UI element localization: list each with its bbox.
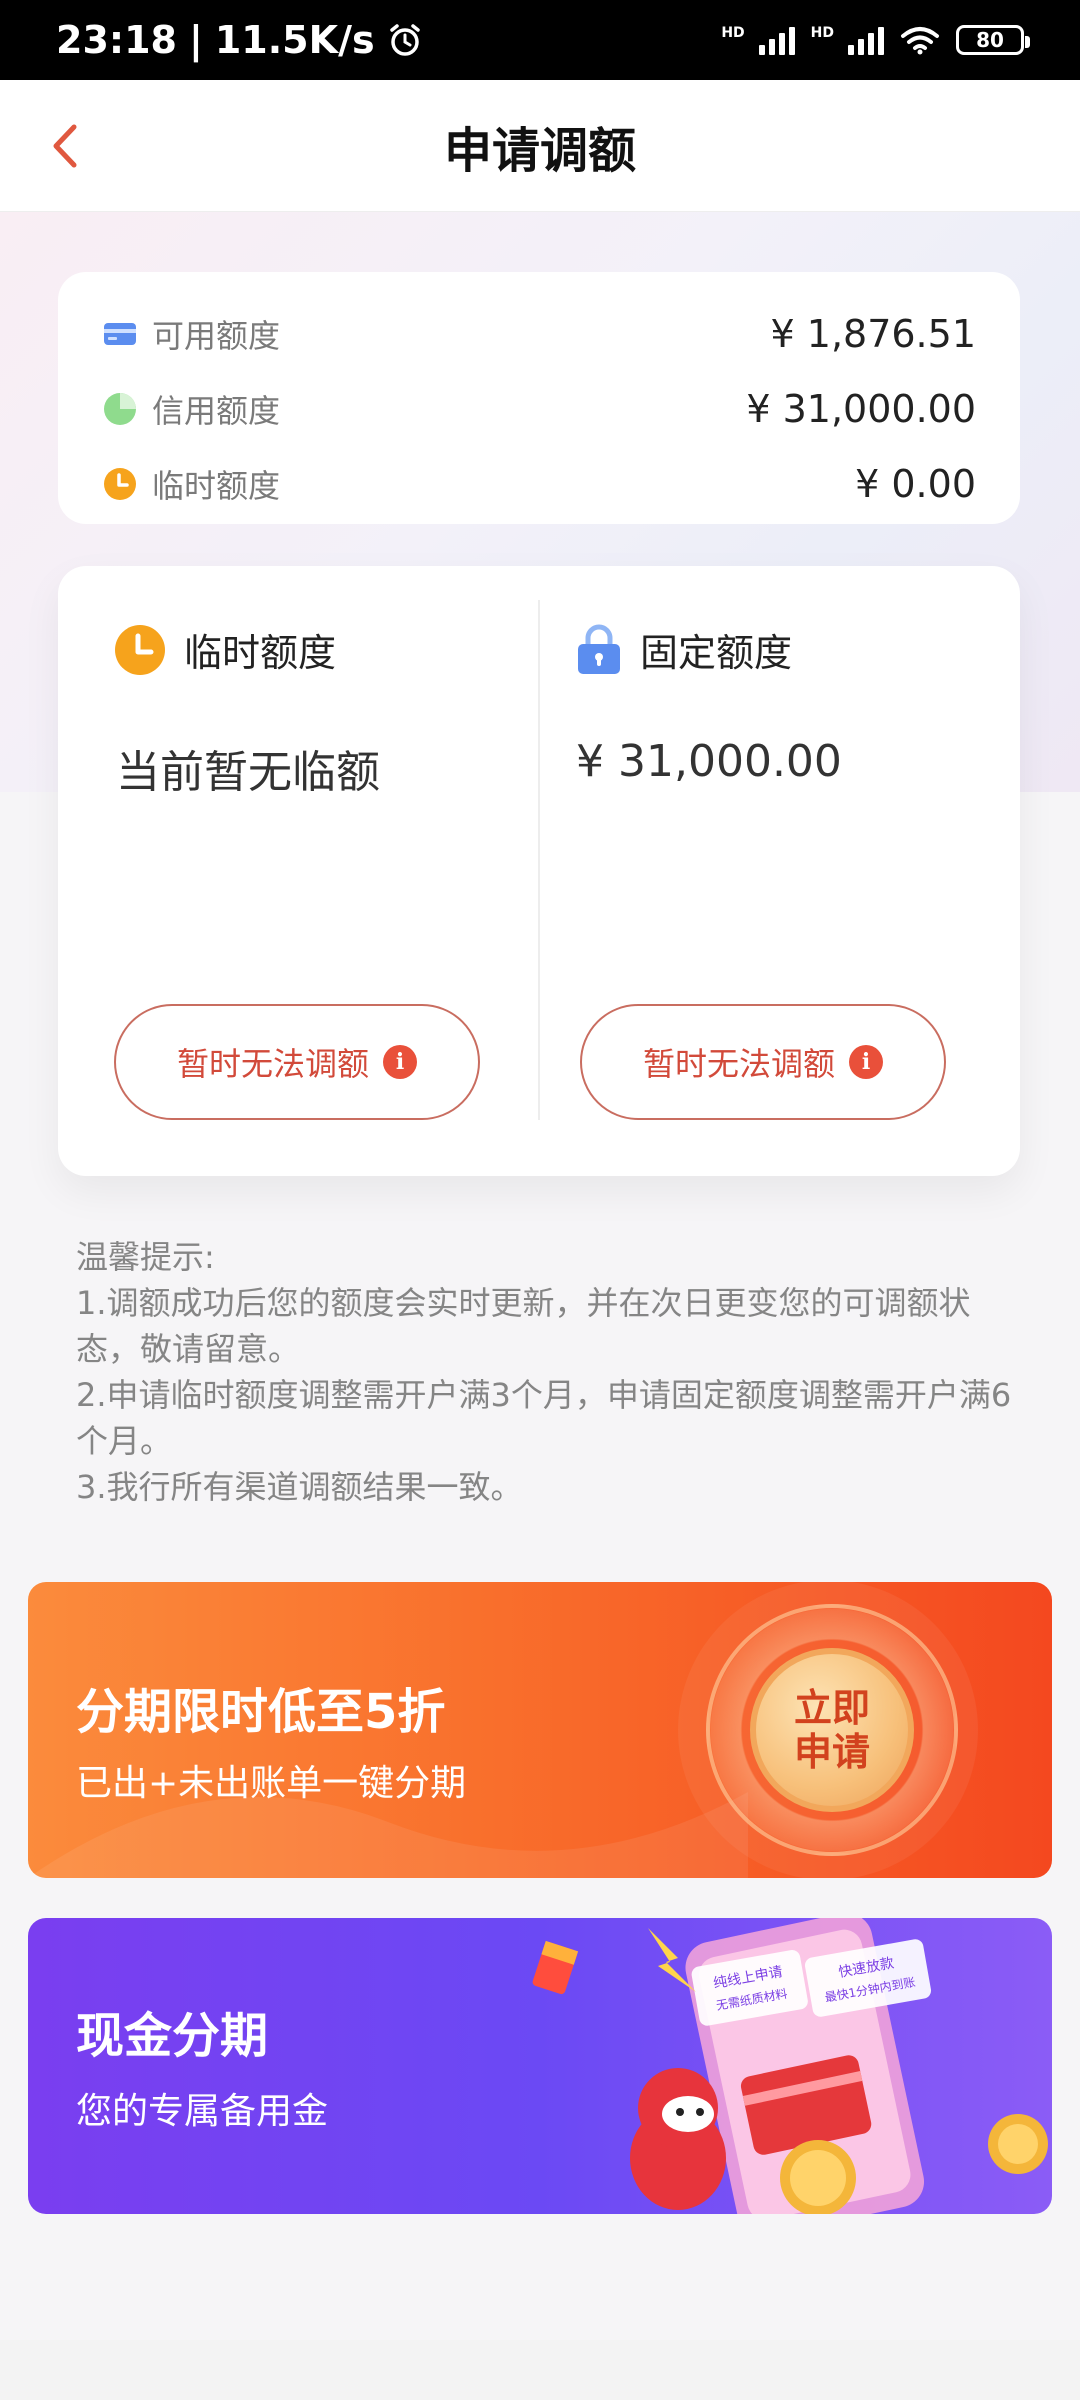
summary-label-temporary: 临时额度 bbox=[152, 466, 281, 505]
hd-label-1: HD bbox=[721, 25, 745, 41]
fixed-adjust-button[interactable]: 暂时无法调额 i bbox=[580, 1004, 946, 1120]
summary-value-available: ¥ 1,876.51 bbox=[770, 311, 976, 356]
nav-bar: 申请调额 bbox=[0, 80, 1080, 212]
temporary-quota-title: 临时额度 bbox=[184, 631, 337, 675]
back-button[interactable] bbox=[36, 116, 96, 176]
bottom-spacer bbox=[0, 2340, 1080, 2400]
tip-item-3: 3.我行所有渠道调额结果一致。 bbox=[76, 1468, 523, 1506]
temporary-adjust-label: 暂时无法调额 bbox=[176, 1045, 369, 1083]
summary-row-available: 可用额度 ¥ 1,876.51 bbox=[102, 296, 976, 371]
tip-item-2: 2.申请临时额度调整需开户满3个月，申请固定额度调整需开户满6个月。 bbox=[76, 1376, 1012, 1460]
cash-banner-subtitle: 您的专属备用金 bbox=[76, 2091, 329, 2132]
summary-row-temporary: 临时额度 ¥ 0.00 bbox=[102, 446, 976, 521]
fixed-quota-amount: ¥ 31,000.00 bbox=[576, 736, 842, 787]
apply-line-1: 立即 bbox=[793, 1686, 870, 1730]
status-left: 23:18 | 11.5K/s bbox=[56, 18, 423, 62]
installment-banner-title: 分期限时低至5折 bbox=[76, 1684, 446, 1740]
status-right: HD HD 80 bbox=[721, 25, 1030, 55]
tip-item-1: 1.调额成功后您的额度会实时更新，并在次日更变您的可调额状态，敬请留意。 bbox=[76, 1284, 971, 1368]
temporary-quota-header: 临时额度 bbox=[114, 622, 336, 677]
temporary-quota-amount: 当前暂无临额 bbox=[116, 747, 380, 798]
apply-line-2: 申请 bbox=[793, 1730, 870, 1774]
lock-icon bbox=[578, 624, 620, 674]
status-net-speed: 11.5K/s bbox=[214, 18, 375, 62]
temporary-adjust-button[interactable]: 暂时无法调额 i bbox=[114, 1004, 480, 1120]
info-icon[interactable]: i bbox=[383, 1045, 417, 1079]
card-icon bbox=[104, 322, 136, 345]
cash-banner-illustration: 纯线上申请 无需纸质材料 快速放款 最快1分钟内到账 bbox=[532, 1918, 1048, 2214]
fixed-quota-column: 固定额度 ¥ 31,000.00 暂时无法调额 i bbox=[540, 566, 1020, 1176]
summary-value-credit: ¥ 31,000.00 bbox=[746, 386, 976, 431]
status-separator: | bbox=[188, 18, 203, 62]
temporary-quota-column: 临时额度 当前暂无临额 暂时无法调额 i bbox=[58, 566, 538, 1176]
wifi-icon bbox=[901, 27, 939, 55]
fixed-adjust-label: 暂时无法调额 bbox=[642, 1045, 835, 1083]
summary-value-temporary: ¥ 0.00 bbox=[855, 461, 976, 506]
cash-installment-banner[interactable]: 纯线上申请 无需纸质材料 快速放款 最快1分钟内到账 现金分期 您的专属备用金 bbox=[28, 1918, 1052, 2214]
hd-label-2: HD bbox=[810, 25, 834, 41]
signal-icon-2 bbox=[848, 25, 884, 55]
clock-icon bbox=[115, 624, 165, 675]
battery-level: 80 bbox=[976, 28, 1004, 52]
status-time: 23:18 bbox=[56, 18, 177, 62]
summary-row-credit: 信用额度 ¥ 31,000.00 bbox=[102, 371, 976, 446]
quota-detail-card: 临时额度 当前暂无临额 暂时无法调额 i 固定额度 ¥ 31,000.00 暂时… bbox=[58, 566, 1020, 1176]
fixed-quota-title: 固定额度 bbox=[640, 631, 793, 675]
clock-icon bbox=[104, 467, 136, 500]
installment-banner[interactable]: 分期限时低至5折 已出+未出账单一键分期 立即 申请 bbox=[28, 1582, 1052, 1878]
fixed-quota-header: 固定额度 bbox=[576, 622, 792, 677]
chevron-left-icon bbox=[53, 124, 77, 168]
quota-summary-card: 可用额度 ¥ 1,876.51 信用额度 ¥ 31,000.00 临时额度 ¥ … bbox=[58, 272, 1020, 524]
summary-label-credit: 信用额度 bbox=[152, 391, 281, 430]
signal-icon bbox=[758, 25, 795, 55]
status-bar: 23:18 | 11.5K/s HD HD 80 bbox=[0, 0, 1080, 80]
pie-icon bbox=[104, 392, 136, 425]
tips-section: 温馨提示: 1.调额成功后您的额度会实时更新，并在次日更变您的可调额状态，敬请留… bbox=[76, 1234, 1016, 1510]
alarm-icon bbox=[389, 24, 420, 56]
info-icon[interactable]: i bbox=[849, 1045, 883, 1079]
installment-banner-subtitle: 已出+未出账单一键分期 bbox=[76, 1763, 467, 1804]
tips-heading: 温馨提示: bbox=[76, 1238, 215, 1276]
apply-now-button[interactable]: 立即 申请 bbox=[750, 1648, 914, 1812]
page-title: 申请调额 bbox=[443, 122, 636, 179]
battery-icon: 80 bbox=[956, 25, 1030, 55]
summary-label-available: 可用额度 bbox=[152, 316, 281, 355]
cash-banner-title: 现金分期 bbox=[76, 2008, 269, 2064]
